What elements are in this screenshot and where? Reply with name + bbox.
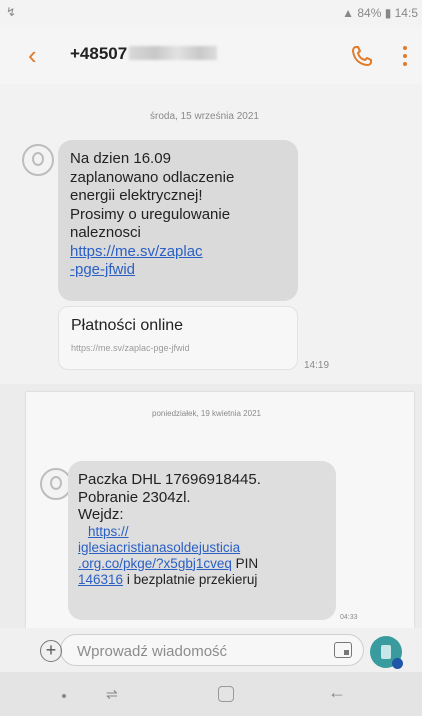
notification-icon: ↯	[6, 5, 17, 19]
message-line: Paczka DHL 17696918445.	[78, 471, 261, 488]
message-line: Prosimy o uregulowanie	[70, 205, 231, 223]
contact-number: +48507	[70, 44, 218, 64]
pin-code[interactable]: 146316	[78, 572, 123, 587]
message-link[interactable]: https://	[78, 524, 326, 540]
status-bar: ↯ ▲ 84% ▮ 14:5	[0, 0, 422, 28]
phone-icon[interactable]	[348, 42, 376, 70]
nav-dot-icon[interactable]	[62, 694, 66, 698]
message-time: 04:33	[340, 614, 358, 621]
app-bar: ‹ +48507	[0, 28, 422, 84]
message-line: Wejdz:	[78, 506, 124, 523]
status-indicators: ▲ 84% ▮ 14:5	[342, 6, 418, 20]
message-input[interactable]	[75, 639, 309, 663]
message-link[interactable]: -pge-jfwid	[70, 261, 286, 280]
home-icon[interactable]	[218, 686, 234, 702]
pin-label: PIN	[235, 555, 259, 571]
message-bubble[interactable]: Na dzien 16.09 zaplanowano odlaczenie en…	[58, 140, 298, 301]
message-link[interactable]: .org.co/pkge/?x5gbj1cveq	[78, 556, 232, 571]
message-link[interactable]: iglesiacristianasoldejusticia	[78, 540, 326, 556]
plus-circle-icon[interactable]: +	[40, 640, 62, 662]
message-line: Na dzien 16.09	[70, 150, 171, 167]
avatar-icon[interactable]	[22, 144, 54, 176]
link-preview-url: https://me.sv/zaplac-pge-jfwid	[71, 343, 190, 353]
message-bubble[interactable]: Paczka DHL 17696918445. Pobranie 2304zl.…	[68, 461, 336, 620]
message-input-box[interactable]	[60, 634, 364, 666]
link-preview-title: Płatności online	[71, 317, 184, 334]
message-link[interactable]: https://me.sv/zaplac	[70, 243, 286, 262]
date-separator: poniedziałek, 19 kwietnia 2021	[152, 409, 261, 418]
message-line: Pobranie 2304zl.	[78, 488, 191, 506]
contact-number-text: +48507	[70, 44, 128, 63]
sticker-icon[interactable]	[334, 642, 352, 658]
message-line: energii elektrycznej!	[70, 187, 203, 204]
redacted-digits	[129, 46, 218, 60]
link-preview-card[interactable]: Płatności online https://me.sv/zaplac-pg…	[58, 306, 298, 370]
back-icon[interactable]: ←	[328, 682, 346, 703]
message-line: naleznosci	[70, 224, 141, 241]
more-vert-icon[interactable]	[398, 42, 412, 70]
date-separator: środa, 15 września 2021	[150, 111, 259, 122]
send-icon[interactable]	[370, 636, 403, 669]
message-time: 14:19	[304, 360, 330, 371]
recent-apps-icon[interactable]: ⇌	[106, 686, 118, 703]
message-tail: i bezplatnie przekieruj	[126, 571, 258, 587]
message-line: zaplanowano odlaczenie	[70, 168, 235, 186]
status-text: 84% ▮ 14:5	[357, 6, 418, 20]
back-arrow-icon[interactable]: ‹	[28, 40, 52, 70]
signal-icon: ▲	[342, 6, 354, 20]
navigation-bar: ⇌ ←	[0, 672, 422, 716]
